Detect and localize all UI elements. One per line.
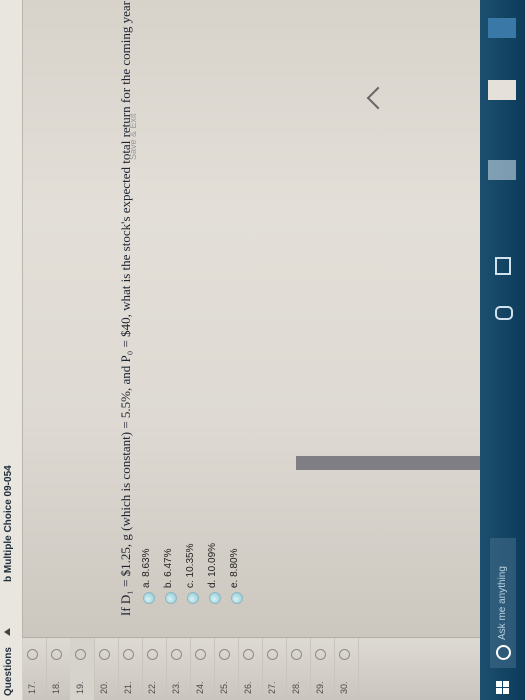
tab-bar: Questions b Multiple Choice 09-054 xyxy=(0,0,23,700)
option-label: a. 8.63% xyxy=(141,548,152,588)
status-circle-icon xyxy=(51,649,62,660)
task-view-icon[interactable] xyxy=(495,257,511,275)
chrome-icon[interactable] xyxy=(488,80,516,100)
question-number: 30. xyxy=(339,681,349,694)
radio-button-icon[interactable] xyxy=(165,592,177,604)
option-label: c. 10.35% xyxy=(185,543,196,588)
radio-button-icon[interactable] xyxy=(231,592,243,604)
windows-taskbar: Ask me anything xyxy=(480,0,525,700)
status-circle-icon xyxy=(27,649,38,660)
question-number: 27. xyxy=(267,681,277,694)
search-placeholder: Ask me anything xyxy=(497,566,508,640)
question-number: 23. xyxy=(171,681,181,694)
question-nav-item[interactable]: 19. xyxy=(70,638,95,700)
cortana-circle-icon xyxy=(496,645,511,660)
status-circle-icon xyxy=(99,649,110,660)
save-exit-link[interactable]: Save & Exit xyxy=(128,113,138,160)
status-circle-icon xyxy=(291,649,302,660)
question-number: 29. xyxy=(315,681,325,694)
tab-question-type[interactable]: b Multiple Choice 09-054 xyxy=(3,465,14,582)
question-text: If D₁ = $1.25, g (which is constant) = 5… xyxy=(118,0,133,616)
status-circle-icon xyxy=(123,649,134,660)
question-number: 17. xyxy=(27,681,37,694)
question-nav-item[interactable]: 22. xyxy=(142,638,167,700)
question-nav-item[interactable]: 23. xyxy=(166,638,191,700)
question-nav-item[interactable]: 25. xyxy=(214,638,239,700)
status-circle-icon xyxy=(219,649,230,660)
radio-button-icon[interactable] xyxy=(187,592,199,604)
question-number: 24. xyxy=(195,681,205,694)
question-number: 22. xyxy=(147,681,157,694)
status-circle-icon xyxy=(75,649,86,660)
question-nav-item[interactable]: 28. xyxy=(286,638,311,700)
store-icon[interactable] xyxy=(488,18,516,38)
mouse-cursor-icon xyxy=(366,86,390,110)
rotated-screen: Questions b Multiple Choice 09-054 17. 1… xyxy=(0,0,525,700)
question-nav-item[interactable]: 20. xyxy=(94,638,119,700)
scroll-up-arrow-icon[interactable] xyxy=(4,628,10,636)
question-number: 28. xyxy=(291,681,301,694)
status-circle-icon xyxy=(339,649,350,660)
windows-start-icon[interactable] xyxy=(496,680,510,694)
question-number: 25. xyxy=(219,681,229,694)
taskbar-search-box[interactable]: Ask me anything xyxy=(490,538,516,668)
option-label: d. 10.09% xyxy=(207,542,218,588)
question-number: 19. xyxy=(75,681,85,694)
question-number: 26. xyxy=(243,681,253,694)
question-nav-item[interactable]: 27. xyxy=(262,638,287,700)
question-number: 21. xyxy=(123,681,133,694)
file-explorer-icon[interactable] xyxy=(488,160,516,180)
radio-button-icon[interactable] xyxy=(209,592,221,604)
status-circle-icon xyxy=(195,649,206,660)
question-nav-item[interactable]: 21. xyxy=(118,638,143,700)
question-nav: 17. 18. 19. 20. 21. 22. 23. 24. 25. 26. … xyxy=(22,637,525,700)
question-nav-item[interactable]: 18. xyxy=(46,638,71,700)
question-nav-item[interactable]: 26. xyxy=(238,638,263,700)
option-label: b. 6.47% xyxy=(163,548,174,588)
status-circle-icon xyxy=(267,649,278,660)
question-nav-item[interactable]: 29. xyxy=(310,638,335,700)
question-nav-item[interactable]: 30. xyxy=(334,638,359,700)
question-nav-item[interactable]: 17. xyxy=(22,638,47,700)
status-circle-icon xyxy=(243,649,254,660)
option-label: e. 8.80% xyxy=(229,548,240,588)
question-number: 18. xyxy=(51,681,61,694)
scrollbar-thumb[interactable] xyxy=(296,456,506,470)
radio-button-icon[interactable] xyxy=(143,592,155,604)
question-number: 20. xyxy=(99,681,109,694)
tab-questions[interactable]: Questions xyxy=(3,647,14,696)
status-circle-icon xyxy=(315,649,326,660)
question-nav-item[interactable]: 24. xyxy=(190,638,215,700)
microphone-icon[interactable] xyxy=(495,306,513,320)
status-circle-icon xyxy=(147,649,158,660)
status-circle-icon xyxy=(171,649,182,660)
